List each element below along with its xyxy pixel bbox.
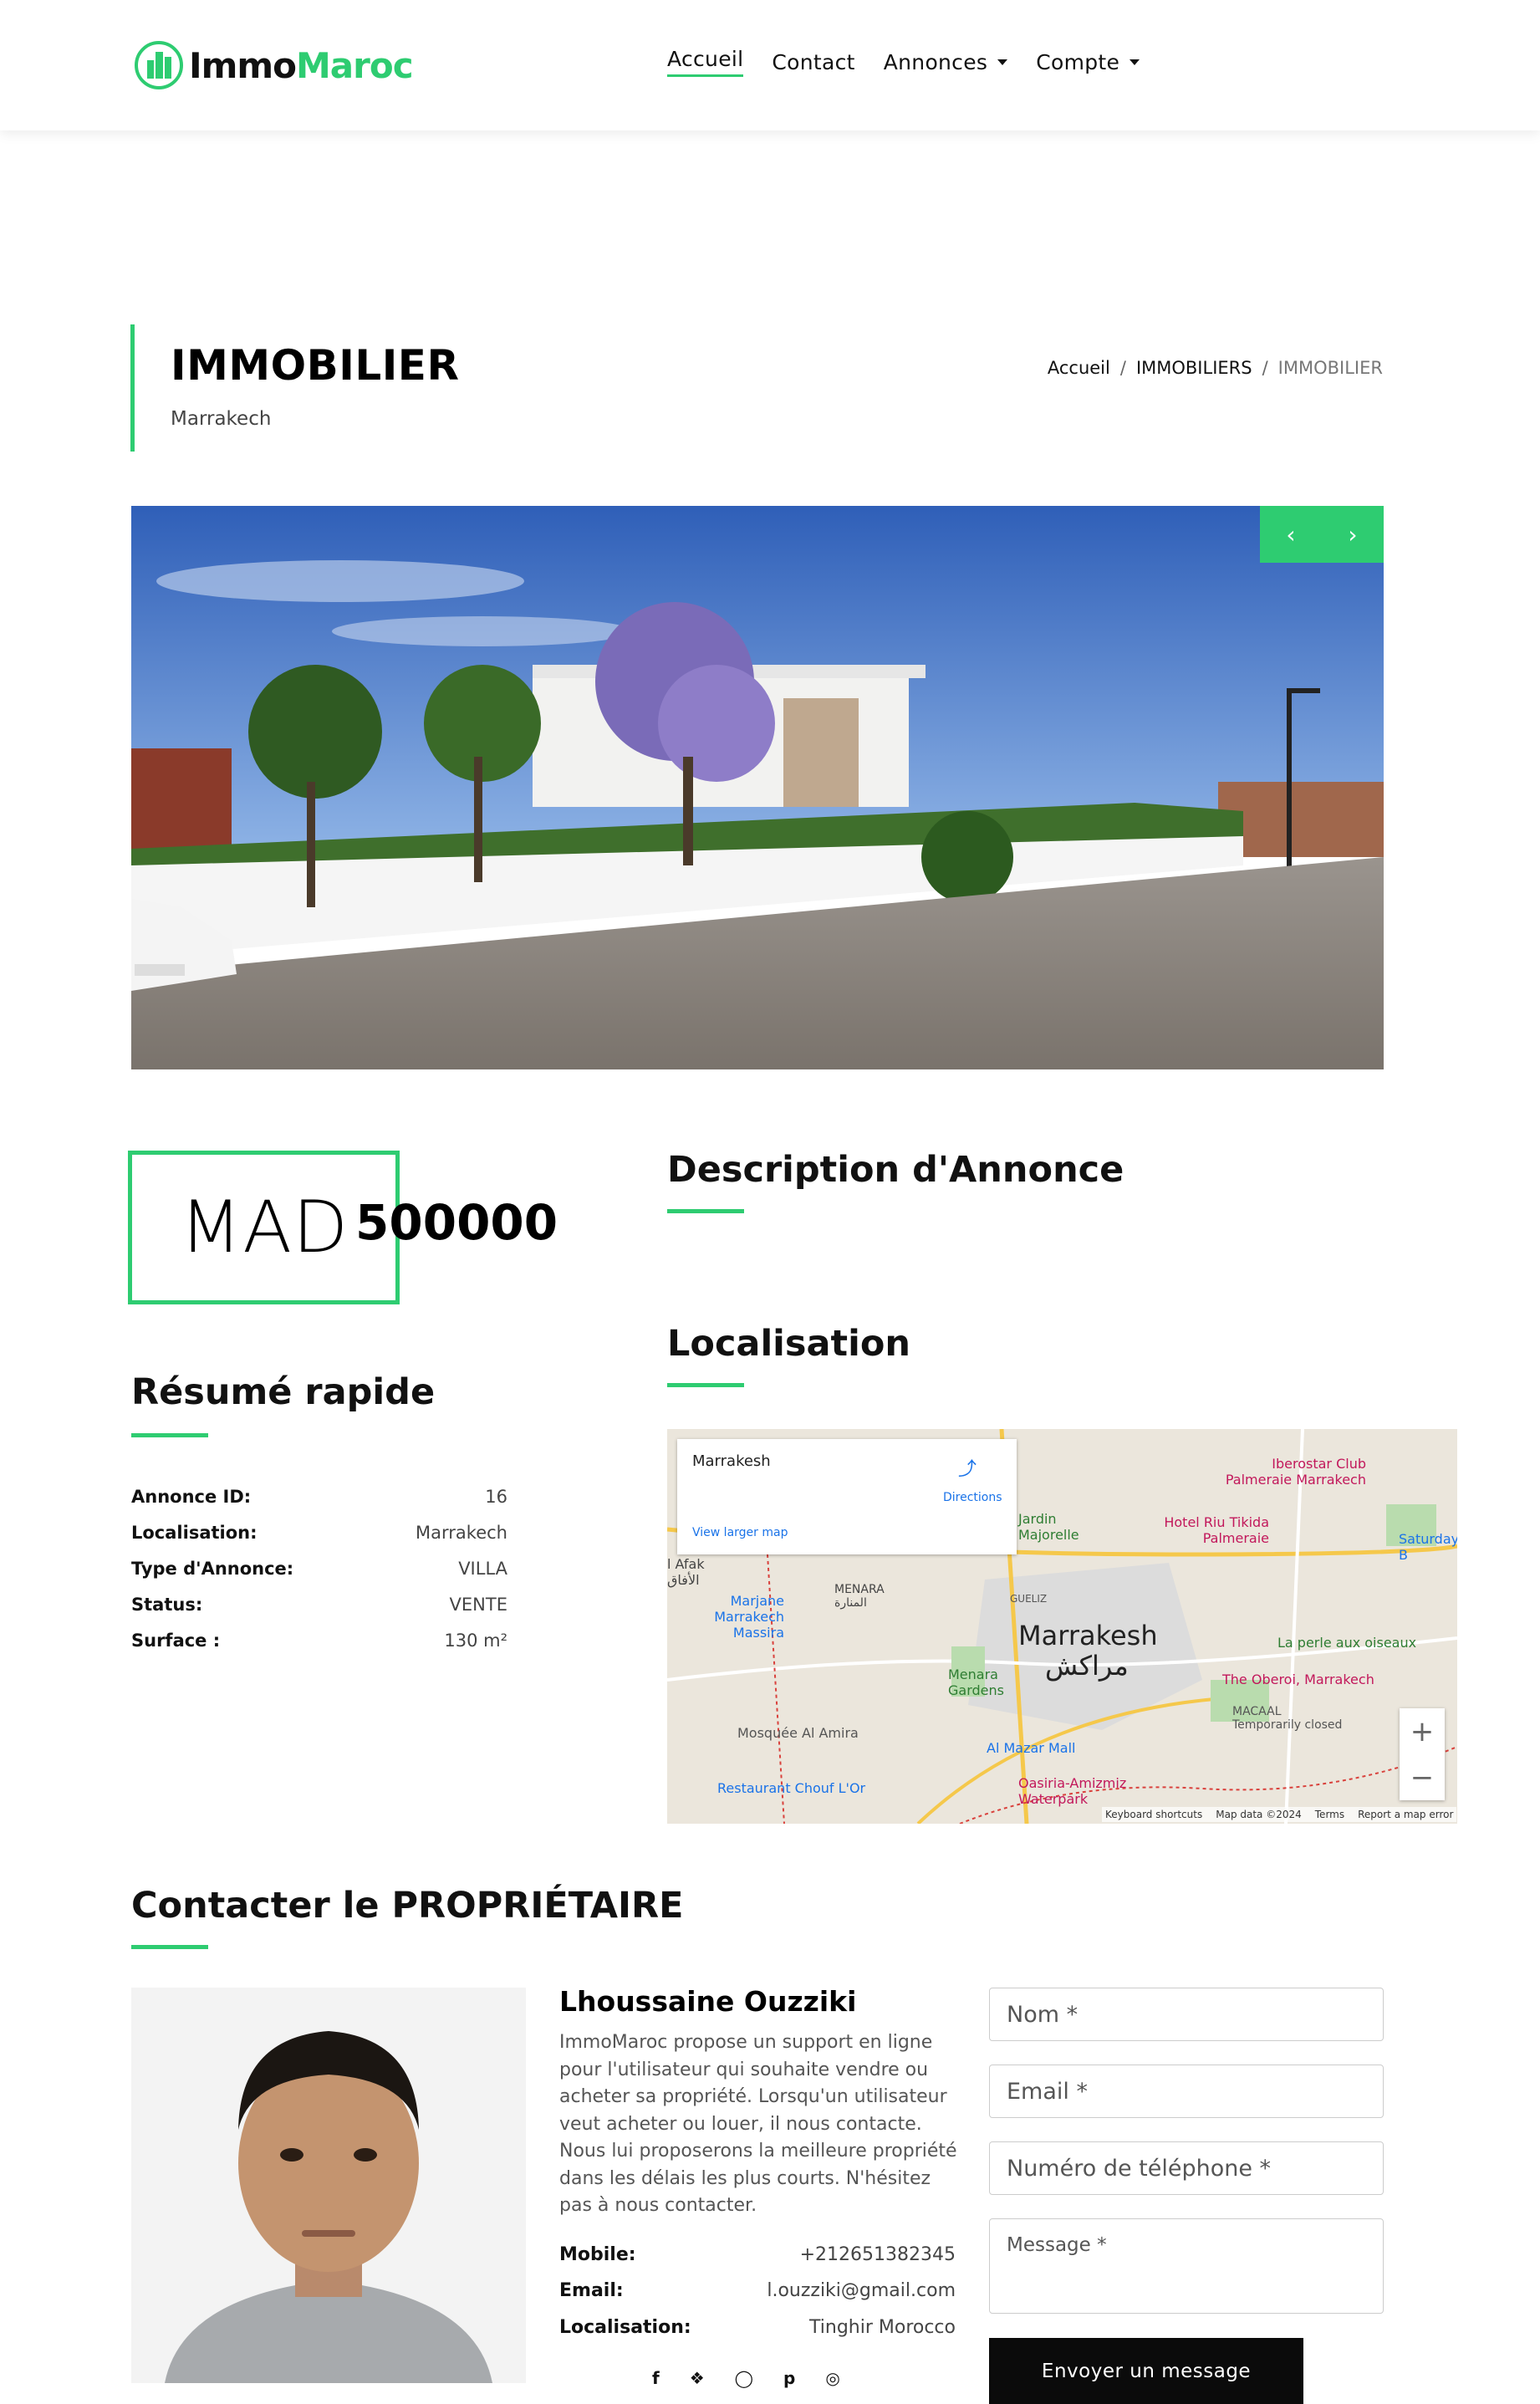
location-title: Localisation — [667, 1323, 910, 1365]
map-footer-item[interactable]: Report a map error — [1358, 1809, 1453, 1820]
dribbble-icon[interactable]: ◎ — [825, 2368, 839, 2388]
nav-accueil[interactable]: Accueil — [667, 47, 744, 77]
caret-down-icon — [997, 59, 1008, 65]
chevron-right-icon[interactable]: › — [1348, 521, 1357, 549]
contact-title: Contacter le PROPRIÉTAIRE — [131, 1885, 684, 1927]
larger-map-link[interactable]: View larger map — [692, 1526, 788, 1539]
map-footer-item[interactable]: Keyboard shortcuts — [1105, 1809, 1202, 1820]
summary-row: Status: VENTE — [131, 1595, 507, 1615]
building-logo-icon — [135, 41, 183, 89]
location-map[interactable]: Marrakesh ⤴ Directions View larger map M… — [667, 1429, 1457, 1824]
email-field[interactable]: Email * — [989, 2065, 1384, 2118]
map-label: Oasiria-Amizmiz Waterpark — [1018, 1775, 1127, 1807]
summary-row: Type d'Annonce: VILLA — [131, 1559, 507, 1579]
price-value: 500000 — [355, 1194, 558, 1251]
message-field[interactable]: Message * — [989, 2218, 1384, 2314]
map-label: GUELIZ — [1010, 1593, 1048, 1605]
map-label: MENARA المنارة — [834, 1583, 885, 1610]
breadcrumb-immobiliers[interactable]: IMMOBILIERS — [1136, 358, 1252, 378]
map-label: MACAAL Temporarily closed — [1232, 1705, 1343, 1732]
title-underline — [131, 1945, 208, 1949]
breadcrumb-accueil[interactable]: Accueil — [1048, 358, 1110, 378]
directions-link[interactable]: Directions — [943, 1491, 1002, 1504]
description-title: Description d'Annonce — [667, 1149, 1124, 1191]
nav-annonces[interactable]: Annonces — [884, 47, 1008, 77]
caret-down-icon — [1130, 59, 1140, 65]
zoom-in-button[interactable]: + — [1400, 1708, 1445, 1754]
logo[interactable]: ImmoMaroc — [134, 40, 414, 90]
map-label: Iberostar Club Palmeraie Marrakech — [1225, 1456, 1366, 1488]
owner-detail-row: Mobile: +212651382345 — [559, 2244, 956, 2265]
main-nav: Accueil Contact Annonces Compte — [667, 47, 1168, 77]
instagram-icon[interactable]: ◯ — [735, 2368, 753, 2388]
nav-contact[interactable]: Contact — [772, 47, 854, 77]
map-label: l Afak الأفاق — [667, 1556, 705, 1588]
map-label: Saturday B — [1399, 1531, 1457, 1563]
owner-description: ImmoMaroc propose un support en ligne po… — [559, 2032, 957, 2216]
summary-row: Annonce ID: 16 — [131, 1487, 507, 1507]
map-place-name: Marrakesh — [692, 1452, 771, 1470]
nav-compte[interactable]: Compte — [1036, 47, 1140, 77]
zoom-out-button[interactable]: − — [1400, 1754, 1445, 1800]
summary-row: Surface :130 m² — [131, 1631, 507, 1651]
phone-field[interactable]: Numéro de téléphone * — [989, 2141, 1384, 2195]
price-currency: MAD — [180, 1186, 349, 1269]
chevron-left-icon[interactable]: ‹ — [1286, 521, 1295, 549]
owner-detail-row: Localisation: Tinghir Morocco — [559, 2317, 956, 2338]
summary-title: Résumé rapide — [131, 1371, 436, 1413]
social-links: f ❖ ◯ p ◎ — [652, 2368, 840, 2388]
site-header: ImmoMaroc Accueil Contact Annonces Compt… — [0, 0, 1540, 130]
title-underline — [667, 1209, 744, 1213]
pinterest-icon[interactable]: p — [783, 2368, 795, 2388]
owner-photo — [131, 1988, 526, 2383]
breadcrumb-separator: / — [1119, 358, 1126, 378]
directions-icon[interactable]: ⤴ — [958, 1454, 977, 1481]
map-label: Jardin Majorelle — [1018, 1511, 1079, 1543]
breadcrumb-current: IMMOBILIER — [1277, 358, 1383, 378]
title-accent-bar — [130, 324, 135, 452]
summary-row: Localisation: Marrakech — [131, 1523, 507, 1543]
send-message-button[interactable]: Envoyer un message — [989, 2338, 1303, 2404]
map-city-arabic: مراكش — [1045, 1650, 1129, 1682]
title-underline — [667, 1383, 744, 1387]
map-label: The Oberoi, Marrakech — [1222, 1672, 1374, 1687]
map-label: Marjane Marrakech Massira — [714, 1593, 784, 1641]
title-underline — [131, 1433, 208, 1437]
breadcrumb: Accueil / IMMOBILIERS / IMMOBILIER — [1048, 358, 1383, 378]
map-label: Mosquée Al Amira — [737, 1725, 859, 1741]
facebook-icon[interactable]: f — [652, 2368, 660, 2388]
zoom-controls: + − — [1400, 1708, 1445, 1800]
owner-name: Lhoussaine Ouzziki — [559, 1985, 857, 2018]
map-label: Al Mazar Mall — [987, 1740, 1076, 1756]
twitter-icon[interactable]: ❖ — [690, 2368, 705, 2388]
map-city-label: Marrakesh — [1018, 1620, 1158, 1651]
slider-controls: ‹ › — [1260, 506, 1384, 563]
map-label: Hotel Riu Tikida Palmeraie — [1164, 1514, 1269, 1546]
map-label: La perle aux oiseaux — [1277, 1635, 1417, 1651]
map-footer: Keyboard shortcuts Map data ©2024 Terms … — [1102, 1807, 1457, 1822]
page-subtitle: Marrakech — [171, 408, 272, 430]
owner-detail-row: Email: l.ouzziki@gmail.com — [559, 2280, 956, 2301]
name-field[interactable]: Nom * — [989, 1988, 1384, 2041]
map-label: Menara Gardens — [948, 1666, 1004, 1698]
property-photo — [131, 506, 1384, 1069]
brand-name: ImmoMaroc — [189, 44, 414, 86]
map-footer-item[interactable]: Terms — [1315, 1809, 1344, 1820]
map-footer-item: Map data ©2024 — [1216, 1809, 1302, 1820]
map-label: Restaurant Chouf L'Or — [717, 1780, 866, 1796]
breadcrumb-separator: / — [1262, 358, 1268, 378]
page-title: IMMOBILIER — [171, 341, 460, 390]
map-info-card: Marrakesh ⤴ Directions View larger map — [677, 1439, 1017, 1554]
